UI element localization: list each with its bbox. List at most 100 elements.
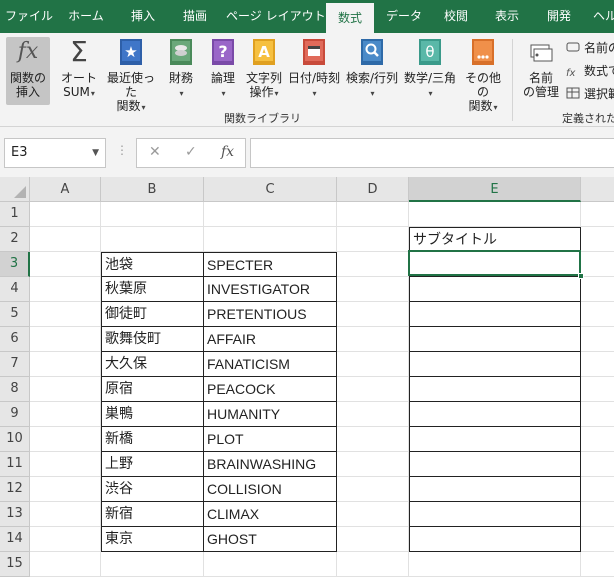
row-header[interactable]: 14 xyxy=(0,527,30,552)
row-header[interactable]: 9 xyxy=(0,402,30,427)
cell-b6[interactable]: 歌舞伎町 xyxy=(101,327,204,352)
cell-e5[interactable] xyxy=(409,302,581,327)
cell-a4[interactable] xyxy=(30,277,101,302)
row-header[interactable]: 10 xyxy=(0,427,30,452)
cell-f9[interactable] xyxy=(581,402,614,427)
cell-c11[interactable]: BRAINWASHING xyxy=(204,452,337,477)
row-header[interactable]: 7 xyxy=(0,352,30,377)
cell-a9[interactable] xyxy=(30,402,101,427)
cell-c3[interactable]: SPECTER xyxy=(204,252,337,277)
datetime-button[interactable]: 日付/時刻 ▾ xyxy=(286,37,342,105)
more-functions-button[interactable]: その他の 関数▾ xyxy=(460,37,506,113)
cell-d1[interactable] xyxy=(337,202,409,227)
cell-c1[interactable] xyxy=(204,202,337,227)
row-header[interactable]: 11 xyxy=(0,452,30,477)
cell-a14[interactable] xyxy=(30,527,101,552)
cell-e14[interactable] xyxy=(409,527,581,552)
column-header-b[interactable]: B xyxy=(101,177,204,202)
create-from-selection-button[interactable]: 選択範 xyxy=(566,85,614,102)
cell-b11[interactable]: 上野 xyxy=(101,452,204,477)
cell-a1[interactable] xyxy=(30,202,101,227)
row-header[interactable]: 2 xyxy=(0,227,30,252)
cell-a5[interactable] xyxy=(30,302,101,327)
tab-page-layout[interactable]: ページ レイアウト xyxy=(226,0,326,33)
row-header[interactable]: 4 xyxy=(0,277,30,302)
cell-f10[interactable] xyxy=(581,427,614,452)
cell-d11[interactable] xyxy=(337,452,409,477)
cell-e13[interactable] xyxy=(409,502,581,527)
cell-b15[interactable] xyxy=(101,552,204,577)
cell-b1[interactable] xyxy=(101,202,204,227)
cell-c15[interactable] xyxy=(204,552,337,577)
cell-e11[interactable] xyxy=(409,452,581,477)
cell-e1[interactable] xyxy=(409,202,581,227)
column-header-d[interactable]: D xyxy=(337,177,409,202)
insert-function-button[interactable]: fx 関数の 挿入 xyxy=(6,37,50,105)
cell-d13[interactable] xyxy=(337,502,409,527)
name-box[interactable]: E3 ▼ xyxy=(4,138,106,168)
cell-d12[interactable] xyxy=(337,477,409,502)
cell-b8[interactable]: 原宿 xyxy=(101,377,204,402)
cell-a12[interactable] xyxy=(30,477,101,502)
cell-b2[interactable] xyxy=(101,227,204,252)
select-all-button[interactable] xyxy=(0,177,30,202)
cell-c12[interactable]: COLLISION xyxy=(204,477,337,502)
row-header[interactable]: 1 xyxy=(0,202,30,227)
cell-a8[interactable] xyxy=(30,377,101,402)
cell-d9[interactable] xyxy=(337,402,409,427)
cell-c2[interactable] xyxy=(204,227,337,252)
chevron-down-icon[interactable]: ▼ xyxy=(92,139,99,167)
cell-b4[interactable]: 秋葉原 xyxy=(101,277,204,302)
cell-d3[interactable] xyxy=(337,252,409,277)
cell-d6[interactable] xyxy=(337,327,409,352)
cell-e6[interactable] xyxy=(409,327,581,352)
cell-e7[interactable] xyxy=(409,352,581,377)
cell-a6[interactable] xyxy=(30,327,101,352)
cell-d2[interactable] xyxy=(337,227,409,252)
cell-c13[interactable]: CLIMAX xyxy=(204,502,337,527)
cell-e4[interactable] xyxy=(409,277,581,302)
cell-f6[interactable] xyxy=(581,327,614,352)
cell-b5[interactable]: 御徒町 xyxy=(101,302,204,327)
cell-d15[interactable] xyxy=(337,552,409,577)
cell-f13[interactable] xyxy=(581,502,614,527)
column-header-e[interactable]: E xyxy=(409,177,581,202)
text-functions-button[interactable]: A 文字列 操作▾ xyxy=(244,37,284,105)
cell-a15[interactable] xyxy=(30,552,101,577)
column-header-a[interactable]: A xyxy=(30,177,101,202)
cell-d7[interactable] xyxy=(337,352,409,377)
recent-functions-button[interactable]: ★ 最近使った 関数▾ xyxy=(102,37,160,113)
drag-handle-icon[interactable]: ⋮ xyxy=(116,143,128,157)
tab-draw[interactable]: 描画 xyxy=(172,0,218,33)
cell-f7[interactable] xyxy=(581,352,614,377)
cell-f5[interactable] xyxy=(581,302,614,327)
row-header[interactable]: 3 xyxy=(0,252,30,277)
cell-c7[interactable]: FANATICISM xyxy=(204,352,337,377)
cell-e9[interactable] xyxy=(409,402,581,427)
cell-a11[interactable] xyxy=(30,452,101,477)
tab-view[interactable]: 表示 xyxy=(484,0,530,33)
cell-b12[interactable]: 渋谷 xyxy=(101,477,204,502)
cell-f4[interactable] xyxy=(581,277,614,302)
fill-handle[interactable] xyxy=(578,273,584,279)
cell-f14[interactable] xyxy=(581,527,614,552)
cell-e15[interactable] xyxy=(409,552,581,577)
cell-b7[interactable]: 大久保 xyxy=(101,352,204,377)
cell-a2[interactable] xyxy=(30,227,101,252)
cell-a3[interactable] xyxy=(30,252,101,277)
math-trig-button[interactable]: θ 数学/三角 ▾ xyxy=(402,37,458,105)
cell-c14[interactable]: GHOST xyxy=(204,527,337,552)
column-header-c[interactable]: C xyxy=(204,177,337,202)
cell-f12[interactable] xyxy=(581,477,614,502)
subtitle-cell[interactable]: サブタイトル xyxy=(409,227,581,252)
row-header[interactable]: 13 xyxy=(0,502,30,527)
cell-d8[interactable] xyxy=(337,377,409,402)
logical-button[interactable]: ? 論理 ▾ xyxy=(206,37,240,105)
cell-f1[interactable] xyxy=(581,202,614,227)
cell-e10[interactable] xyxy=(409,427,581,452)
cell-e3[interactable] xyxy=(409,252,581,277)
cell-f8[interactable] xyxy=(581,377,614,402)
cell-c5[interactable]: PRETENTIOUS xyxy=(204,302,337,327)
cell-f3[interactable] xyxy=(581,252,614,277)
cell-c6[interactable]: AFFAIR xyxy=(204,327,337,352)
